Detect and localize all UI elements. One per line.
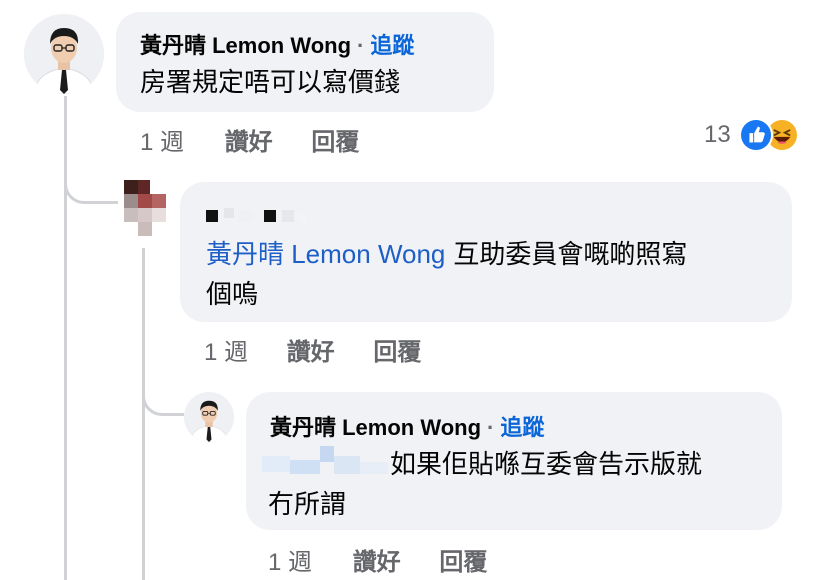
comment-author-line: 黃丹晴 Lemon Wong · 追蹤 — [270, 410, 544, 442]
mention-link[interactable]: 黃丹晴 Lemon Wong — [206, 239, 445, 269]
thread-line-reply — [142, 248, 145, 580]
redacted-mention[interactable] — [262, 446, 390, 476]
comment-text-line2: 個嗚 — [206, 279, 259, 309]
comment-text: 房署規定唔可以寫價錢 — [140, 67, 401, 97]
comment-text-line1: 互助委員會嘅啲照寫 — [453, 239, 688, 269]
redacted-author-name[interactable] — [206, 206, 306, 224]
like-button[interactable]: 讚好 — [353, 542, 401, 577]
reaction-count: 13 — [704, 121, 731, 148]
comment-text-line1: 如果佢貼喺互委會告示版就 — [390, 449, 703, 479]
author-name[interactable]: 黃丹晴 Lemon Wong — [140, 33, 351, 58]
like-reaction-icon — [738, 118, 773, 152]
thread-branch-reply-2 — [142, 360, 184, 416]
reaction-summary[interactable]: 13 — [704, 118, 799, 152]
follow-button[interactable]: 追蹤 — [370, 33, 414, 58]
comment-timestamp[interactable]: 1 週 — [140, 122, 184, 157]
reply-button[interactable]: 回覆 — [373, 332, 421, 367]
author-name[interactable]: 黃丹晴 Lemon Wong — [270, 415, 481, 440]
comment-text-line2: 冇所謂 — [268, 489, 347, 519]
like-button[interactable]: 讚好 — [287, 332, 335, 367]
person-portrait-icon — [24, 14, 104, 94]
comment-actions: 1 週 讚好 回覆 — [268, 542, 487, 577]
comment-timestamp[interactable]: 1 週 — [204, 332, 248, 367]
thread-branch-reply-1 — [64, 150, 118, 204]
like-button[interactable]: 讚好 — [225, 122, 273, 157]
avatar-lemon-wong[interactable] — [184, 392, 234, 442]
avatar-redacted-user[interactable] — [124, 180, 168, 236]
reply-button[interactable]: 回覆 — [439, 542, 487, 577]
comment-text: 黃丹晴 Lemon Wong 互助委員會嘅啲照寫 — [206, 234, 687, 274]
person-portrait-icon — [184, 392, 234, 442]
avatar-lemon-wong[interactable] — [24, 14, 104, 94]
separator-dot: · — [487, 415, 495, 440]
comment-actions: 1 週 讚好 回覆 — [204, 332, 421, 367]
separator-dot: · — [357, 33, 365, 58]
comment-author-line: 黃丹晴 Lemon Wong · 追蹤 — [140, 28, 414, 60]
follow-button[interactable]: 追蹤 — [500, 415, 544, 440]
comment-actions: 1 週 讚好 回覆 — [140, 122, 359, 157]
reply-button[interactable]: 回覆 — [311, 122, 359, 157]
comment-timestamp[interactable]: 1 週 — [268, 542, 312, 577]
